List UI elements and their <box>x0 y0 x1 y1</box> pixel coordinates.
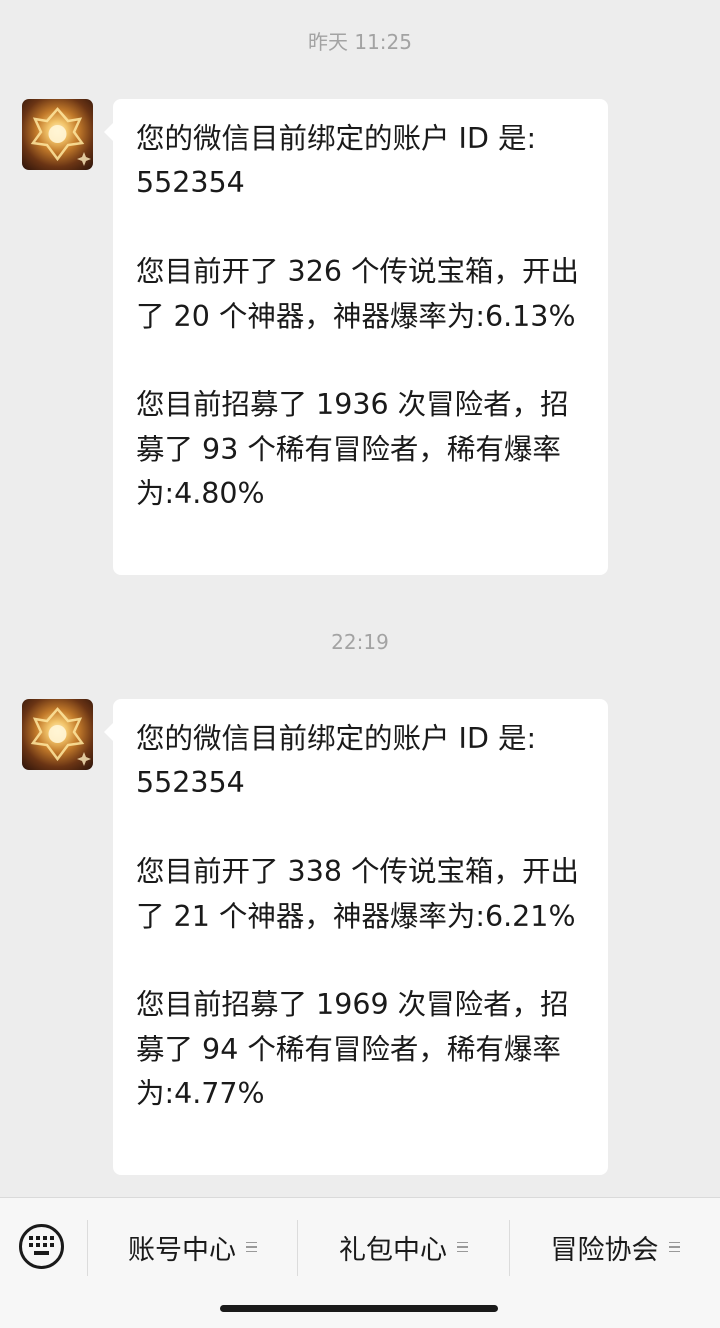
message-timestamp: 22:19 <box>331 630 389 654</box>
menu-adventure-guild[interactable]: 冒险协会 <box>510 1222 720 1272</box>
message-text: 您的微信目前绑定的账户 ID 是: 552354 您目前开了 326 个传说宝箱… <box>136 117 591 517</box>
message-line: 为:4.80% <box>136 477 265 511</box>
golden-emblem-icon <box>30 107 91 166</box>
menu-list-icon <box>668 1241 680 1253</box>
message-line: 您目前开了 326 个传说宝箱，开出 <box>136 255 580 289</box>
message-line: 552354 <box>136 766 245 800</box>
message-line: 为:4.77% <box>136 1077 265 1111</box>
message-line: 募了 94 个稀有冒险者，稀有爆率 <box>136 1032 561 1066</box>
message-line: 您的微信目前绑定的账户 ID 是: <box>136 722 537 755</box>
message-line: 您目前招募了 1936 次冒险者，招 <box>136 388 569 422</box>
official-account-avatar[interactable] <box>22 99 93 170</box>
home-indicator[interactable] <box>220 1305 498 1312</box>
menu-gift-center[interactable]: 礼包中心 <box>298 1222 509 1272</box>
keyboard-toggle-button[interactable] <box>19 1224 64 1269</box>
message-bubble[interactable]: 您的微信目前绑定的账户 ID 是: 552354 您目前开了 338 个传说宝箱… <box>104 699 608 1175</box>
message-line: 募了 93 个稀有冒险者，稀有爆率 <box>136 432 561 466</box>
menu-label: 账号中心 <box>128 1234 236 1266</box>
menu-list-icon <box>246 1241 257 1253</box>
menu-account-center[interactable]: 账号中心 <box>88 1222 297 1272</box>
message-bubble[interactable]: 您的微信目前绑定的账户 ID 是: 552354 您目前开了 326 个传说宝箱… <box>104 99 608 575</box>
message-line: 了 21 个神器，神器爆率为:6.21% <box>136 899 576 933</box>
message-line: 您目前开了 338 个传说宝箱，开出 <box>136 855 580 889</box>
menu-label: 礼包中心 <box>339 1234 447 1266</box>
golden-emblem-icon <box>30 707 91 766</box>
chat-area: 昨天 11:25 您的微信目前绑定的账户 ID 是: 552354 您目前开了 … <box>0 0 720 1197</box>
message-text: 您的微信目前绑定的账户 ID 是: 552354 您目前开了 338 个传说宝箱… <box>136 717 591 1117</box>
message-line: 552354 <box>136 166 245 200</box>
official-account-avatar[interactable] <box>22 699 93 770</box>
menu-label: 冒险协会 <box>550 1234 659 1266</box>
message-timestamp: 昨天 11:25 <box>308 30 412 54</box>
message-line: 您目前招募了 1969 次冒险者，招 <box>136 988 569 1022</box>
message-line: 您的微信目前绑定的账户 ID 是: <box>136 122 537 155</box>
message-line: 了 20 个神器，神器爆率为:6.13% <box>136 299 576 333</box>
menu-list-icon <box>457 1241 468 1253</box>
keyboard-icon <box>29 1236 54 1255</box>
